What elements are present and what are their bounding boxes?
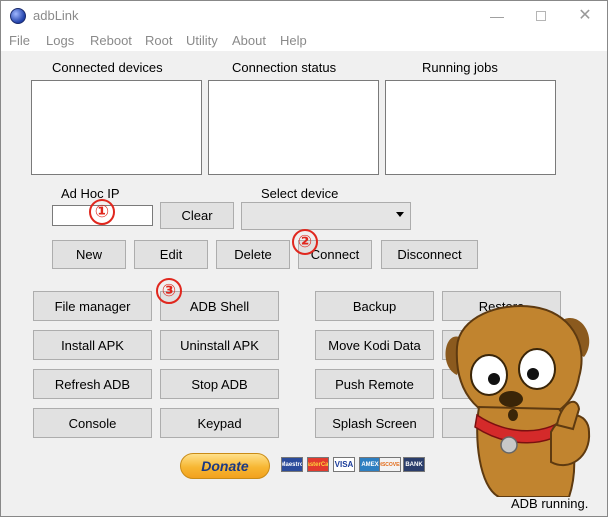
annotation-marker-2: ② xyxy=(292,229,318,255)
annotation-marker-1: ① xyxy=(89,199,115,225)
stop-adb-button[interactable]: Stop ADB xyxy=(160,369,279,399)
move-kodi-data-button[interactable]: Move Kodi Data xyxy=(315,330,434,360)
menu-about[interactable]: About xyxy=(232,33,266,48)
console-button[interactable]: Console xyxy=(33,408,152,438)
menu-utility[interactable]: Utility xyxy=(186,33,218,48)
connected-devices-list[interactable] xyxy=(31,80,202,175)
menu-help[interactable]: Help xyxy=(280,33,307,48)
select-device-label: Select device xyxy=(261,186,339,201)
mastercard-icon: MasterCard xyxy=(307,457,329,472)
maestro-card-icon: Maestro xyxy=(281,457,303,472)
amex-card-icon: AMEX xyxy=(359,457,381,472)
select-device-dropdown[interactable] xyxy=(241,202,411,230)
maximize-icon[interactable] xyxy=(527,5,555,27)
donate-button[interactable]: Donate xyxy=(180,453,270,479)
connected-devices-label: Connected devices xyxy=(52,60,163,75)
clear-button[interactable]: Clear xyxy=(160,202,234,229)
uninstall-apk-button[interactable]: Uninstall APK xyxy=(160,330,279,360)
keypad-button[interactable]: Keypad xyxy=(160,408,279,438)
running-jobs-list[interactable] xyxy=(385,80,556,175)
push-remote-button[interactable]: Push Remote xyxy=(315,369,434,399)
title-bar[interactable]: adbLink — ✕ xyxy=(1,1,607,31)
menu-reboot[interactable]: Reboot xyxy=(90,33,132,48)
install-apk-button[interactable]: Install APK xyxy=(33,330,152,360)
status-text: ADB running. xyxy=(511,496,589,511)
app-icon xyxy=(10,8,26,24)
running-jobs-label: Running jobs xyxy=(422,60,498,75)
dog-mascot-image xyxy=(445,305,591,497)
adblink-window: adbLink — ✕ File Logs Reboot Root Utilit… xyxy=(0,0,608,517)
menu-bar: File Logs Reboot Root Utility About Help xyxy=(1,31,607,51)
minimize-icon[interactable]: — xyxy=(483,5,511,27)
menu-file[interactable]: File xyxy=(9,33,30,48)
disconnect-button[interactable]: Disconnect xyxy=(381,240,478,269)
splash-screen-button[interactable]: Splash Screen xyxy=(315,408,434,438)
menu-logs[interactable]: Logs xyxy=(46,33,74,48)
connection-status-box xyxy=(208,80,379,175)
annotation-marker-3: ③ xyxy=(156,278,182,304)
delete-button[interactable]: Delete xyxy=(216,240,290,269)
new-button[interactable]: New xyxy=(52,240,126,269)
backup-button[interactable]: Backup xyxy=(315,291,434,321)
edit-button[interactable]: Edit xyxy=(134,240,208,269)
menu-root[interactable]: Root xyxy=(145,33,172,48)
close-icon[interactable]: ✕ xyxy=(571,5,599,27)
refresh-adb-button[interactable]: Refresh ADB xyxy=(33,369,152,399)
discover-card-icon: DISCOVER xyxy=(379,457,401,472)
adhoc-ip-label: Ad Hoc IP xyxy=(61,186,120,201)
file-manager-button[interactable]: File manager xyxy=(33,291,152,321)
connection-status-label: Connection status xyxy=(232,60,337,75)
bank-card-icon: BANK xyxy=(403,457,425,472)
visa-card-icon: VISA xyxy=(333,457,355,472)
window-title: adbLink xyxy=(33,8,79,23)
chevron-down-icon xyxy=(396,212,404,217)
